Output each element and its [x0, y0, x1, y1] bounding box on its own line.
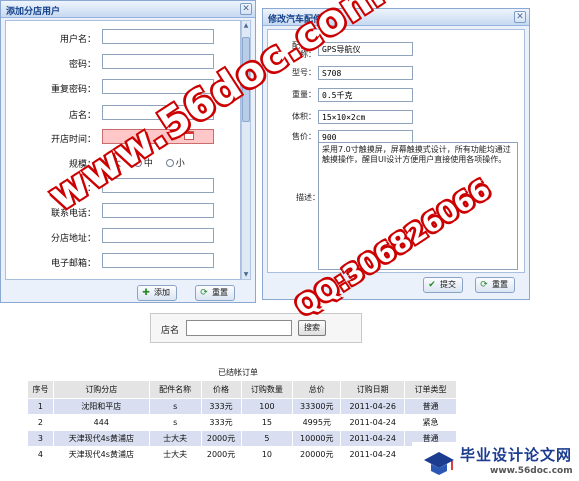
column-header: 订购分店: [52, 380, 150, 399]
cell-branch: 沈阳和平店: [52, 398, 150, 415]
volume-label: 体积：: [292, 112, 316, 121]
cell-type: 紧急: [404, 414, 457, 431]
add-icon: ✚: [142, 288, 150, 298]
orders-caption: 已结帐订单: [218, 368, 258, 377]
add-button[interactable]: ✚ 添加: [137, 285, 177, 301]
cell-index: 3: [27, 430, 54, 447]
table-row[interactable]: 2 444 s 333元 15 4995元 2011-04-24 紧急: [27, 414, 457, 431]
cell-total: 10000元: [292, 430, 342, 447]
shop-name-label: 店名：: [68, 111, 96, 121]
close-icon[interactable]: ✕: [240, 3, 252, 15]
cell-date: 2011-04-24: [340, 430, 406, 447]
column-header: 价格: [200, 380, 242, 399]
table-row[interactable]: 1 沈阳和平店 s 333元 100 33300元 2011-04-26 普通: [27, 398, 457, 415]
model-input[interactable]: [318, 66, 413, 80]
cell-branch: 天津现代4s黄浦店: [52, 446, 150, 463]
phone-row: 联系电话：: [6, 203, 238, 221]
username-label: 用户名：: [59, 35, 96, 45]
email-row: 电子邮箱：: [6, 253, 238, 271]
phone-input[interactable]: [102, 203, 214, 218]
cell-qty: 100: [240, 398, 294, 415]
cell-index: 1: [27, 398, 54, 415]
cell-date: 2011-04-24: [340, 446, 406, 463]
column-header: 序号: [27, 380, 54, 399]
cell-price: 333元: [200, 398, 242, 415]
shop-search-panel: 店名 搜索: [150, 313, 362, 343]
cell-price: 333元: [200, 414, 242, 431]
open-date-label: 开店时间：: [50, 135, 96, 145]
password-input[interactable]: [102, 54, 214, 69]
description-label: 描述：: [296, 193, 320, 202]
reset-button[interactable]: ⟳ 重置: [475, 277, 515, 293]
username-row: 用户名：: [6, 29, 238, 47]
cell-qty: 10: [240, 446, 294, 463]
cell-qty: 5: [240, 430, 294, 447]
repeat-password-label: 重复密码：: [50, 85, 96, 95]
cell-part: s: [148, 414, 202, 431]
email-input[interactable]: [102, 253, 214, 268]
column-header: 订购数量: [240, 380, 294, 399]
cell-date: 2011-04-26: [340, 398, 406, 415]
email-label: 电子邮箱：: [50, 259, 96, 269]
search-input[interactable]: [186, 320, 292, 336]
column-header: 订购日期: [340, 380, 406, 399]
cell-part: 士大夫: [148, 446, 202, 463]
table-header-row: 序号 订购分店 配件名称 价格 订购数量 总价 订购日期 订单类型: [27, 380, 457, 399]
password-label: 密码：: [68, 60, 96, 70]
cell-price: 2000元: [200, 446, 242, 463]
cell-date: 2011-04-24: [340, 414, 406, 431]
site-logo: 毕业设计论文网 www.56doc.com: [412, 442, 579, 481]
cell-qty: 15: [240, 414, 294, 431]
radio-icon: [165, 159, 174, 167]
cell-total: 4995元: [292, 414, 342, 431]
address-label: 分店地址：: [50, 234, 96, 244]
weight-label: 重量：: [292, 90, 316, 99]
scale-radio-small[interactable]: 小: [165, 156, 185, 169]
scroll-up-icon[interactable]: ▲: [242, 21, 250, 30]
cell-type: 普通: [404, 398, 457, 415]
table-row[interactable]: 3 天津现代4s黄浦店 士大夫 2000元 5 10000元 2011-04-2…: [27, 430, 457, 447]
refresh-icon: ⟳: [200, 288, 208, 298]
column-header: 配件名称: [148, 380, 202, 399]
weight-input[interactable]: [318, 88, 413, 102]
add-branch-user-titlebar[interactable]: 添加分店用户 ✕: [1, 1, 255, 18]
cell-part: 士大夫: [148, 430, 202, 447]
column-header: 总价: [292, 380, 342, 399]
cell-index: 2: [27, 414, 54, 431]
logo-text: 毕业设计论文网: [460, 446, 573, 464]
password-row: 密码：: [6, 54, 238, 72]
address-row: 分店地址：: [6, 228, 238, 246]
cell-index: 4: [27, 446, 54, 463]
cell-branch: 444: [52, 414, 150, 431]
column-header: 订单类型: [404, 380, 457, 399]
check-icon: ✔: [428, 280, 436, 290]
search-button[interactable]: 搜索: [298, 320, 326, 336]
cell-price: 2000元: [200, 430, 242, 447]
table-row[interactable]: 4 天津现代4s黄浦店 士大夫 2000元 10 20000元 2011-04-…: [27, 446, 457, 463]
logo-graduation-icon: [424, 452, 454, 475]
refresh-icon: ⟳: [480, 280, 488, 290]
cell-branch: 天津现代4s黄浦店: [52, 430, 150, 447]
search-label: 店名: [161, 326, 180, 336]
logo-url: www.56doc.com: [490, 466, 573, 476]
submit-button[interactable]: ✔ 提交: [423, 277, 463, 293]
dialog-title: 添加分店用户: [6, 7, 61, 17]
address-input[interactable]: [102, 228, 214, 243]
price-label: 售价：: [292, 132, 316, 141]
cell-part: s: [148, 398, 202, 415]
cell-total: 33300元: [292, 398, 342, 415]
username-input[interactable]: [102, 29, 214, 44]
volume-input[interactable]: [318, 110, 413, 124]
reset-button[interactable]: ⟳ 重置: [195, 285, 235, 301]
orders-table: 序号 订购分店 配件名称 价格 订购数量 总价 订购日期 订单类型 1 沈阳和平…: [27, 380, 457, 463]
close-icon[interactable]: ✕: [514, 11, 526, 23]
cell-total: 20000元: [292, 446, 342, 463]
scroll-down-icon[interactable]: ▼: [242, 270, 250, 279]
